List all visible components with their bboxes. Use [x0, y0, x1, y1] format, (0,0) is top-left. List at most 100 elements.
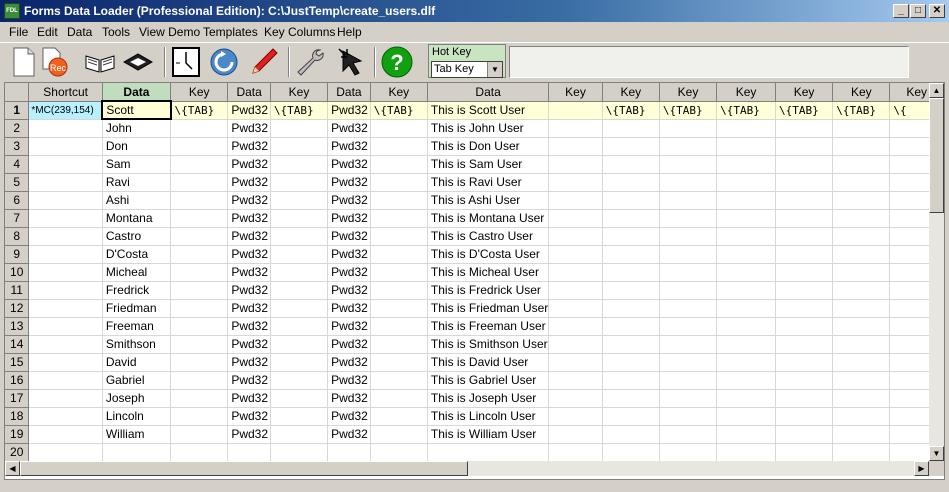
grid-cell[interactable]: [170, 389, 229, 408]
grid-cell[interactable]: This is Ashi User: [427, 191, 550, 210]
grid-cell[interactable]: This is Freeman User: [427, 317, 550, 336]
grid-cell[interactable]: [659, 137, 718, 156]
column-header[interactable]: Key: [602, 83, 660, 102]
grid-cell[interactable]: [270, 119, 329, 138]
menu-edit[interactable]: Edit: [37, 25, 58, 39]
grid-cell[interactable]: [370, 425, 428, 444]
grid-cell[interactable]: [602, 389, 660, 408]
grid-cell[interactable]: Pwd32: [227, 335, 271, 354]
grid-cell[interactable]: [170, 119, 229, 138]
grid-cell[interactable]: [548, 101, 603, 120]
grid-cell[interactable]: This is Ravi User: [427, 173, 550, 192]
grid-cell[interactable]: [832, 281, 891, 300]
grid-cell[interactable]: [548, 371, 603, 390]
grid-cell[interactable]: [659, 191, 718, 210]
grid-cell[interactable]: [602, 209, 660, 228]
grid-cell[interactable]: [602, 173, 660, 192]
grid-cell[interactable]: [602, 191, 660, 210]
grid-cell[interactable]: Ravi: [102, 173, 172, 192]
new-button[interactable]: [8, 46, 40, 78]
grid-cell[interactable]: [832, 245, 891, 264]
grid-cell[interactable]: Pwd32: [227, 281, 271, 300]
column-header[interactable]: Data: [327, 83, 371, 102]
grid-cell[interactable]: [548, 191, 603, 210]
grid-cell[interactable]: [716, 245, 776, 264]
grid-cell[interactable]: [832, 443, 891, 462]
grid-cell[interactable]: [170, 407, 229, 426]
grid-cell[interactable]: Pwd32: [327, 209, 371, 228]
grid-cell[interactable]: Pwd32: [327, 335, 371, 354]
grid-cell[interactable]: Pwd32: [327, 119, 371, 138]
row-header[interactable]: 19: [5, 425, 30, 444]
grid-cell[interactable]: Pwd32: [327, 137, 371, 156]
grid-cell[interactable]: [602, 443, 660, 462]
grid-cell[interactable]: [775, 335, 834, 354]
row-header[interactable]: 15: [5, 353, 30, 372]
column-header[interactable]: Key: [716, 83, 776, 102]
grid-cell[interactable]: [832, 353, 891, 372]
grid-cell[interactable]: [602, 227, 660, 246]
grid-cell[interactable]: [427, 443, 550, 462]
menu-key-columns[interactable]: Key Columns: [264, 25, 335, 39]
grid-cell[interactable]: [832, 137, 891, 156]
grid-cell[interactable]: [602, 371, 660, 390]
grid-cell[interactable]: Pwd32: [227, 407, 271, 426]
grid-cell[interactable]: [270, 227, 329, 246]
grid-cell[interactable]: Pwd32: [327, 101, 371, 120]
grid-cell[interactable]: [28, 317, 103, 336]
grid-cell[interactable]: [775, 389, 834, 408]
close-button[interactable]: ✕: [929, 4, 945, 18]
grid-cell[interactable]: [716, 137, 776, 156]
grid-cell[interactable]: [170, 425, 229, 444]
grid-cell[interactable]: [270, 389, 329, 408]
grid-cell[interactable]: [548, 407, 603, 426]
grid-cell[interactable]: [28, 353, 103, 372]
grid-cell[interactable]: [370, 299, 428, 318]
grid-cell[interactable]: Pwd32: [327, 407, 371, 426]
grid-cell[interactable]: [716, 173, 776, 192]
grid-cell[interactable]: [370, 155, 428, 174]
grid-cell[interactable]: D'Costa: [102, 245, 172, 264]
grid-cell[interactable]: [370, 317, 428, 336]
row-header[interactable]: 1: [5, 101, 30, 120]
grid-cell[interactable]: [28, 425, 103, 444]
grid-cell[interactable]: [832, 335, 891, 354]
pointer-button[interactable]: [336, 46, 368, 78]
grid-cell[interactable]: [659, 317, 718, 336]
grid-cell[interactable]: [370, 281, 428, 300]
grid-cell[interactable]: [659, 227, 718, 246]
grid-cell[interactable]: Pwd32: [227, 101, 271, 120]
grid-cell[interactable]: [270, 335, 329, 354]
grid-cell[interactable]: This is Smithson User: [427, 335, 550, 354]
grid-cell[interactable]: [775, 173, 834, 192]
row-header[interactable]: 3: [5, 137, 30, 156]
grid-cell[interactable]: [548, 173, 603, 192]
grid-cell[interactable]: [370, 263, 428, 282]
grid-cell[interactable]: Micheal: [102, 263, 172, 282]
status-text-field[interactable]: [509, 46, 909, 78]
grid-cell[interactable]: [170, 317, 229, 336]
grid-cell[interactable]: [659, 281, 718, 300]
grid-cell[interactable]: [659, 389, 718, 408]
grid-cell[interactable]: Sam: [102, 155, 172, 174]
grid-cell[interactable]: Smithson: [102, 335, 172, 354]
grid-cell[interactable]: Pwd32: [327, 299, 371, 318]
grid-cell[interactable]: This is Joseph User: [427, 389, 550, 408]
grid-cell[interactable]: [832, 227, 891, 246]
grid-cell[interactable]: \{TAB}: [602, 101, 660, 120]
grid-cell[interactable]: [28, 173, 103, 192]
grid-cell[interactable]: [270, 317, 329, 336]
grid-cell[interactable]: [716, 407, 776, 426]
grid-cell[interactable]: [602, 299, 660, 318]
grid-cell[interactable]: Joseph: [102, 389, 172, 408]
grid-cell[interactable]: [775, 245, 834, 264]
grid-cell[interactable]: Pwd32: [227, 209, 271, 228]
grid-cell[interactable]: Castro: [102, 227, 172, 246]
grid-cell[interactable]: [548, 245, 603, 264]
grid-cell[interactable]: [716, 335, 776, 354]
edit-button[interactable]: [248, 46, 280, 78]
grid-cell[interactable]: [659, 353, 718, 372]
grid-cell[interactable]: [832, 119, 891, 138]
grid-cell[interactable]: [548, 353, 603, 372]
grid-cell[interactable]: [28, 245, 103, 264]
